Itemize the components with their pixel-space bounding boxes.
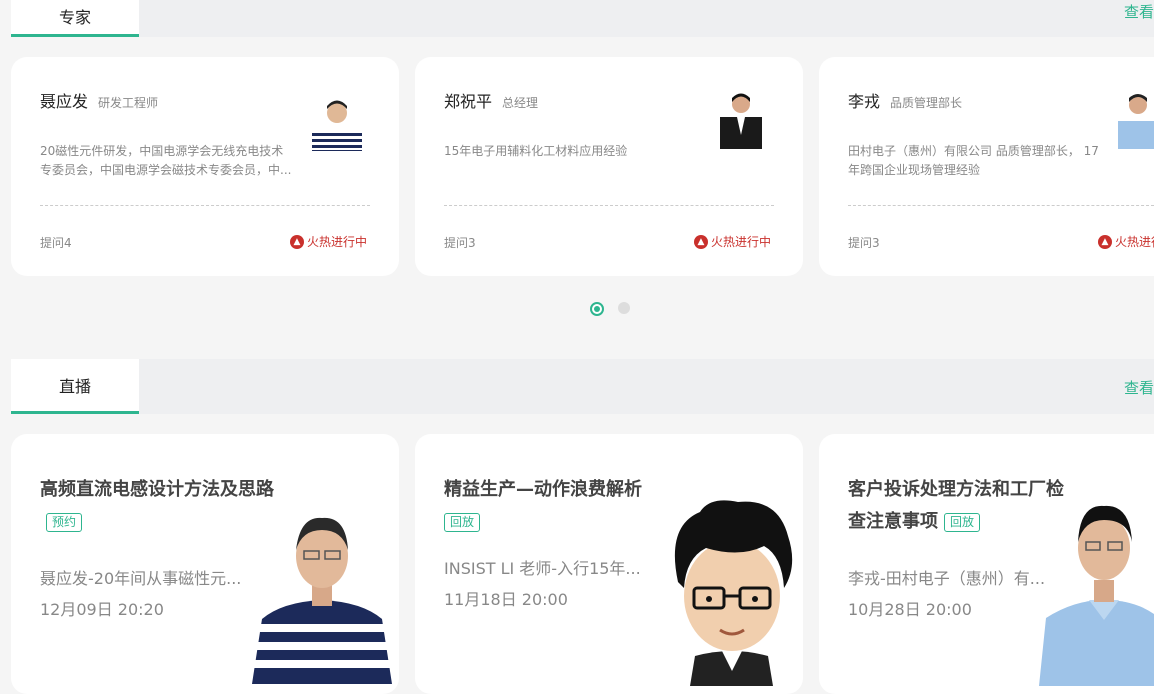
expert-card[interactable]: 郑祝平 总经理 15年电子用辅料化工材料应用经验 提问3 ▲ 火热进行中 xyxy=(415,57,803,276)
live-time: 12月09日 20:20 xyxy=(40,600,164,619)
hot-status: ▲火热进行中 xyxy=(290,233,367,250)
expert-name-row: 李戎 品质管理部长 xyxy=(848,88,962,112)
expert-name-row: 聂应发 研发工程师 xyxy=(40,88,158,112)
fire-icon: ▲ xyxy=(1098,234,1112,249)
experts-section-header: 专家 查看更多 xyxy=(11,0,1154,37)
divider xyxy=(848,205,1154,206)
hot-status-label: 火热进行中 xyxy=(711,235,772,249)
expert-avatar xyxy=(312,100,362,151)
expert-name: 郑祝平 xyxy=(444,92,493,111)
live-badge: 回放 xyxy=(944,512,981,532)
expert-title: 总经理 xyxy=(502,96,539,110)
live-time: 10月28日 20:00 xyxy=(848,600,972,619)
expert-desc: 15年电子用辅料化工材料应用经验 xyxy=(444,144,628,158)
expert-card[interactable]: 李戎 品质管理部长 田村电子（惠州）有限公司 品质管理部长， 17年跨国企业现场管… xyxy=(819,57,1154,276)
cartoon-avatar xyxy=(674,500,793,686)
hot-status: ▲火热进行中 xyxy=(1098,233,1154,250)
live-section-header: 直播 查看更多 xyxy=(11,359,1154,414)
tab-live-label: 直播 xyxy=(58,377,91,396)
hot-status-label: 火热进行中 xyxy=(1115,235,1154,249)
expert-title: 品质管理部长 xyxy=(890,96,963,110)
question-count: 提问3 xyxy=(848,236,880,250)
live-title: 高频直流电感设计方法及思路预约 xyxy=(40,474,275,538)
expert-desc: 田村电子（惠州）有限公司 品质管理部长， 17年跨国企业现场管理经验 xyxy=(848,144,1099,177)
expert-name: 李戎 xyxy=(848,92,881,111)
expert-name-row: 郑祝平 总经理 xyxy=(444,88,538,112)
pagination-dot-active-fill xyxy=(594,306,600,312)
expert-name: 聂应发 xyxy=(40,92,89,111)
live-title-text: 高频直流电感设计方法及思路 xyxy=(40,479,274,500)
live-badge: 回放 xyxy=(444,512,481,532)
tab-experts[interactable]: 专家 xyxy=(11,0,139,37)
fire-icon: ▲ xyxy=(694,234,708,249)
live-desc: 李戎-田村电子（惠州）有... xyxy=(848,569,1046,588)
speaker-photo xyxy=(1039,505,1154,686)
live-time: 11月18日 20:00 xyxy=(444,590,568,609)
pagination-dot[interactable] xyxy=(618,302,630,314)
live-desc: 聂应发-20年间从事磁性元... xyxy=(40,569,242,588)
tab-live[interactable]: 直播 xyxy=(11,359,139,414)
question-count: 提问3 xyxy=(444,236,476,250)
speaker-photo xyxy=(252,517,394,684)
live-desc: INSIST LI 老师-入行15年... xyxy=(444,559,641,578)
divider xyxy=(40,205,370,206)
expert-card[interactable]: 聂应发 研发工程师 20磁性元件研发，中国电源学会无线充电技术专委员会，中国电源学… xyxy=(11,57,399,276)
hot-status: ▲火热进行中 xyxy=(694,233,771,250)
live-more-link[interactable]: 查看更多 xyxy=(1124,377,1154,398)
divider xyxy=(444,205,774,206)
live-card[interactable]: 客户投诉处理方法和工厂检查注意事项 回放 李戎-田村电子（惠州）有... 10月2… xyxy=(819,434,1154,694)
question-count: 提问4 xyxy=(40,236,72,250)
tab-experts-label: 专家 xyxy=(58,8,91,27)
expert-avatar xyxy=(720,93,762,149)
live-title-text: 精益生产—动作浪费解析 xyxy=(444,479,642,500)
fire-icon: ▲ xyxy=(290,234,304,249)
live-badge: 预约 xyxy=(46,512,83,532)
live-card[interactable]: 精益生产—动作浪费解析 回放 INSIST LI 老师-入行15年... 11月1… xyxy=(415,434,803,694)
hot-status-label: 火热进行中 xyxy=(307,235,368,249)
experts-more-link[interactable]: 查看更多 xyxy=(1124,1,1154,22)
expert-title: 研发工程师 xyxy=(98,96,159,110)
expert-desc: 20磁性元件研发，中国电源学会无线充电技术专委员会，中国电源学会磁技术专委会员，… xyxy=(40,144,292,177)
live-card[interactable]: 高频直流电感设计方法及思路预约 聂应发-20年间从事磁性元... 12月09日 … xyxy=(11,434,399,694)
expert-avatar xyxy=(1118,94,1154,149)
